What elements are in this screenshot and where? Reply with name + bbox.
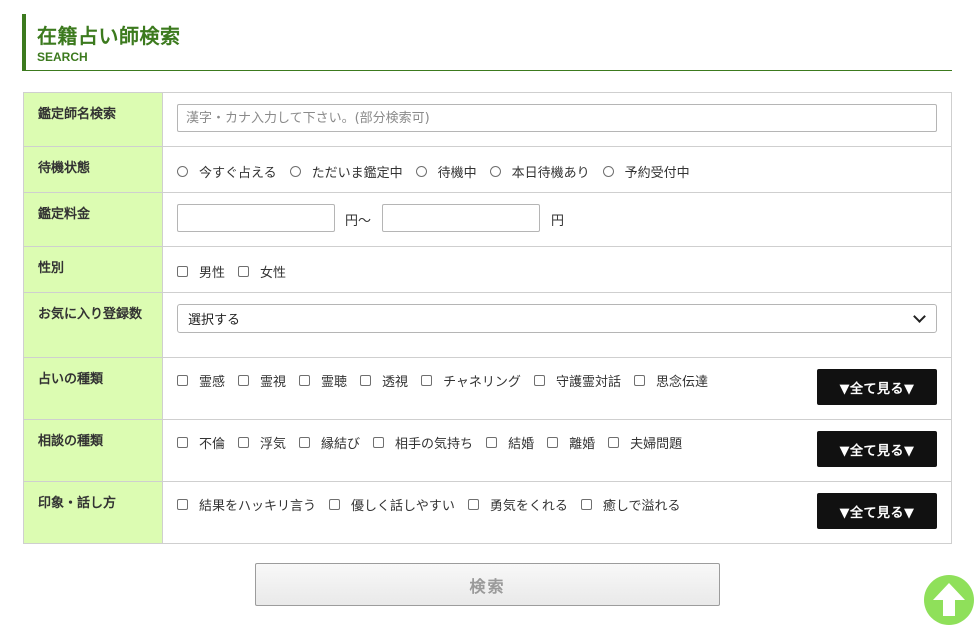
row-impression: 印象・話し方 結果をハッキリ言う 優しく話しやすい 勇気をくれる 癒しで溢れる … — [24, 482, 951, 544]
checkbox-icon[interactable] — [373, 437, 385, 448]
see-all-impression-button[interactable]: ▼全て見る▼ — [817, 493, 937, 529]
checkbox-icon[interactable] — [580, 499, 592, 510]
fee-max-input[interactable] — [382, 204, 540, 232]
checkbox-icon[interactable] — [533, 375, 545, 386]
search-button[interactable]: 検索 — [255, 563, 720, 606]
status-option[interactable]: 今すぐ占える — [177, 162, 277, 181]
checkbox-icon[interactable] — [633, 375, 645, 386]
page-title: 在籍占い師検索 — [37, 24, 181, 48]
consult-type-option[interactable]: 不倫 — [177, 433, 225, 452]
impression-option[interactable]: 癒しで溢れる — [580, 495, 681, 514]
consult-type-option[interactable]: 縁結び — [299, 433, 360, 452]
consult-type-option[interactable]: 結婚 — [486, 433, 534, 452]
status-option[interactable]: 本日待機あり — [489, 162, 590, 181]
label-divination-type: 占いの種類 — [24, 358, 163, 419]
divination-type-options: 霊感 霊視 霊聴 透視 チャネリング 守護霊対話 思念伝達 — [177, 371, 721, 390]
checkbox-icon[interactable] — [467, 499, 479, 510]
label-gender: 性別 — [24, 247, 163, 292]
favorites-select[interactable]: 選択する — [177, 304, 937, 333]
radio-icon[interactable] — [489, 166, 501, 177]
divination-type-option[interactable]: 霊感 — [177, 371, 225, 390]
page-subtitle: SEARCH — [37, 50, 88, 64]
chevron-down-icon — [913, 310, 926, 323]
label-fee: 鑑定料金 — [24, 193, 163, 246]
favorites-select-value: 選択する — [188, 313, 241, 328]
status-option[interactable]: 予約受付中 — [602, 162, 690, 181]
checkbox-icon[interactable] — [238, 375, 250, 386]
checkbox-icon[interactable] — [329, 499, 341, 510]
status-option[interactable]: 待機中 — [415, 162, 477, 181]
name-search-input[interactable] — [177, 104, 937, 132]
consult-type-options: 不倫 浮気 縁結び 相手の気持ち 結婚 離婚 夫婦問題 — [177, 433, 695, 452]
label-consult-type: 相談の種類 — [24, 420, 163, 481]
divination-type-option[interactable]: 霊視 — [238, 371, 286, 390]
divination-type-option[interactable]: 守護霊対話 — [533, 371, 621, 390]
divination-type-option[interactable]: 透視 — [360, 371, 408, 390]
checkbox-icon[interactable] — [608, 437, 620, 448]
fee-min-input[interactable] — [177, 204, 335, 232]
divination-type-option[interactable]: チャネリング — [421, 371, 521, 390]
section-heading: 在籍占い師検索 SEARCH — [22, 14, 952, 71]
impression-option[interactable]: 結果をハッキリ言う — [177, 495, 316, 514]
fee-to-unit: 円 — [551, 214, 565, 229]
impression-options: 結果をハッキリ言う 優しく話しやすい 勇気をくれる 癒しで溢れる — [177, 495, 694, 514]
see-all-divination-button[interactable]: ▼全て見る▼ — [817, 369, 937, 405]
gender-option[interactable]: 男性 — [177, 262, 225, 281]
consult-type-option[interactable]: 離婚 — [547, 433, 595, 452]
checkbox-icon[interactable] — [360, 375, 372, 386]
checkbox-icon[interactable] — [547, 437, 559, 448]
see-all-consult-button[interactable]: ▼全て見る▼ — [817, 431, 937, 467]
arrow-up-icon — [933, 583, 965, 616]
impression-option[interactable]: 優しく話しやすい — [329, 495, 455, 514]
checkbox-icon[interactable] — [299, 437, 311, 448]
consult-type-option[interactable]: 相手の気持ち — [373, 433, 473, 452]
consult-type-option[interactable]: 夫婦問題 — [608, 433, 682, 452]
row-name-search: 鑑定師名検索 — [24, 93, 951, 147]
checkbox-icon[interactable] — [177, 266, 188, 277]
search-form: 鑑定師名検索 待機状態 今すぐ占える ただいま鑑定中 待機中 本日待機あり 予約… — [23, 92, 952, 544]
fee-from-unit: 円～ — [345, 214, 372, 229]
row-consult-type: 相談の種類 不倫 浮気 縁結び 相手の気持ち 結婚 離婚 夫婦問題 ▼全て見る▼ — [24, 420, 951, 482]
row-gender: 性別 男性 女性 — [24, 247, 951, 293]
checkbox-icon[interactable] — [177, 375, 188, 386]
row-divination-type: 占いの種類 霊感 霊視 霊聴 透視 チャネリング 守護霊対話 思念伝達 ▼全て見… — [24, 358, 951, 420]
radio-icon[interactable] — [602, 166, 614, 177]
gender-option[interactable]: 女性 — [238, 262, 286, 281]
label-favorites: お気に入り登録数 — [24, 293, 163, 357]
radio-icon[interactable] — [289, 166, 301, 177]
label-name-search: 鑑定師名検索 — [24, 93, 163, 146]
status-options: 今すぐ占える ただいま鑑定中 待機中 本日待機あり 予約受付中 — [177, 162, 703, 181]
impression-option[interactable]: 勇気をくれる — [467, 495, 568, 514]
scroll-top-button[interactable] — [924, 575, 974, 625]
row-fee: 鑑定料金 円～ 円 — [24, 193, 951, 247]
checkbox-icon[interactable] — [238, 266, 250, 277]
checkbox-icon[interactable] — [177, 499, 188, 510]
checkbox-icon[interactable] — [177, 437, 188, 448]
radio-icon[interactable] — [415, 166, 427, 177]
checkbox-icon[interactable] — [421, 375, 433, 386]
gender-options: 男性 女性 — [177, 262, 299, 281]
row-favorites: お気に入り登録数 選択する — [24, 293, 951, 358]
label-impression: 印象・話し方 — [24, 482, 163, 543]
consult-type-option[interactable]: 浮気 — [238, 433, 286, 452]
divination-type-option[interactable]: 霊聴 — [299, 371, 347, 390]
divination-type-option[interactable]: 思念伝達 — [633, 371, 708, 390]
checkbox-icon[interactable] — [299, 375, 311, 386]
checkbox-icon[interactable] — [486, 437, 498, 448]
checkbox-icon[interactable] — [238, 437, 250, 448]
radio-icon[interactable] — [177, 166, 188, 177]
row-status: 待機状態 今すぐ占える ただいま鑑定中 待機中 本日待機あり 予約受付中 — [24, 147, 951, 193]
status-option[interactable]: ただいま鑑定中 — [289, 162, 403, 181]
label-status: 待機状態 — [24, 147, 163, 192]
